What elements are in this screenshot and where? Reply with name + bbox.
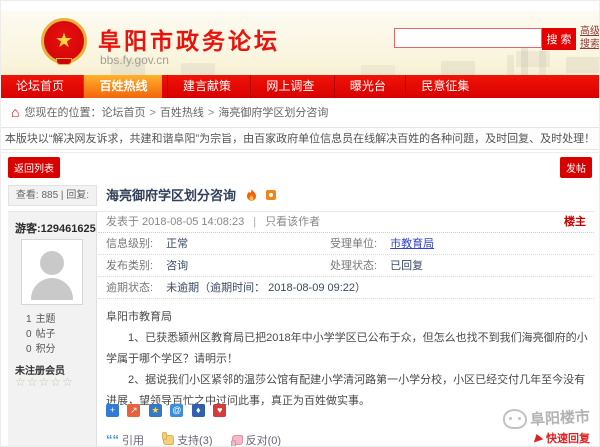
quote-icon: ““ (106, 432, 119, 447)
thumbs-up-icon (163, 435, 174, 445)
divider (1, 152, 599, 153)
replies-label: 回复: (66, 190, 89, 201)
info-label: 受理单位: (330, 238, 377, 250)
nav-item-suggestions[interactable]: 建言献策 (167, 75, 246, 98)
breadcrumb-current: 海亮御府学区划分咨询 (218, 107, 328, 119)
info-row-level: 信息级别: 正常 受理单位: 市教育局 (98, 233, 594, 255)
stat-credits: 0积分 (26, 342, 56, 357)
site-title: 阜阳市政务论坛 (98, 22, 280, 56)
floor-badge[interactable]: 楼主 (564, 212, 586, 232)
new-post-button[interactable]: 发帖 (560, 157, 592, 178)
info-value: 正常 (166, 238, 188, 250)
author-sidebar: 游客:129461625 1主题 0帖子 0积分 未注册会员 ☆☆☆☆☆ (8, 212, 97, 447)
posted-time: 发表于 2018-08-05 14:08:23 (106, 216, 244, 228)
nav-item-opinion-collection[interactable]: 民意征集 (405, 75, 484, 98)
info-value: 咨询 (166, 260, 188, 272)
breadcrumb-separator: > (149, 107, 155, 119)
quick-reply-link[interactable]: 快速回复 (455, 430, 590, 446)
info-value: 已回复 (390, 260, 423, 272)
handling-unit-link[interactable]: 市教育局 (390, 238, 434, 250)
search-input[interactable] (394, 28, 542, 48)
home-icon: ⌂ (11, 104, 19, 120)
nav-item-forum-home[interactable]: 论坛首页 (1, 75, 79, 98)
watermark-brand: 阜阳楼市 (529, 405, 590, 429)
qzone-share-icon[interactable]: @ (170, 404, 183, 417)
author-stats: 1主题 0帖子 0积分 (26, 312, 56, 357)
favorite-star-icon[interactable]: ★ (149, 404, 162, 417)
site-url: bbs.fy.gov.cn (100, 53, 169, 67)
renren-share-icon[interactable]: ♦ (192, 404, 205, 417)
nav-item-people-hotline[interactable]: 百姓热线 (83, 75, 162, 98)
post-container: 游客:129461625 1主题 0帖子 0积分 未注册会员 ☆☆☆☆☆ 发表于… (8, 211, 594, 447)
flame-icon (246, 189, 257, 202)
avatar-body-shape (31, 278, 73, 300)
info-label: 逾期状态: (106, 282, 153, 294)
avatar (21, 239, 83, 305)
quote-button[interactable]: ““引用 (106, 432, 144, 447)
stat-topics: 1主题 (26, 312, 56, 327)
breadcrumb-link-board[interactable]: 百姓热线 (160, 107, 204, 119)
thread-title-row: 海亮御府学区划分咨询 (106, 186, 276, 206)
post-body: 阜阳市教育局 1、已获悉颍州区教育局已把2018年中小学学区已公布于众，但怎么也… (106, 307, 588, 412)
info-row-overdue: 逾期状态: 未逾期（逾期时间： 2018-08-09 09:22） (98, 277, 594, 299)
add-share-icon[interactable]: + (106, 404, 119, 417)
info-row-category: 发布类别: 咨询 处理状态: 已回复 (98, 255, 594, 277)
thread-stats: 查看: 885 | 回复: 18 (8, 185, 97, 206)
star-icon: ★ (55, 30, 73, 52)
thread-title: 海亮御府学区划分咨询 (106, 188, 236, 203)
post-meta-row: 发表于 2018-08-05 14:08:23 | 只看该作者 楼主 (98, 212, 594, 233)
watermark: 阜阳楼市 快速回复 (455, 407, 590, 446)
views-count: 885 (41, 190, 58, 201)
view-author-only-link[interactable]: 只看该作者 (265, 216, 320, 228)
info-value: 未逾期（逾期时间： 2018-08-09 09:22） (166, 282, 366, 294)
weibo-share-icon[interactable]: ↗ (127, 404, 140, 417)
nav-item-online-survey[interactable]: 网上调查 (250, 75, 329, 98)
post-paragraph: 1、已获悉颍州区教育局已把2018年中小学学区已公布于众，但怎么也找不到我们海亮… (106, 328, 588, 370)
post-salutation: 阜阳市教育局 (106, 307, 588, 328)
main-nav: 论坛首页 百姓热线 建言献策 网上调查 曝光台 民意征集 (1, 75, 599, 98)
cursor-arrow-icon (534, 434, 544, 445)
national-emblem-logo: ★ (41, 18, 87, 64)
recommend-icon (266, 190, 276, 200)
post-content-column: 发表于 2018-08-05 14:08:23 | 只看该作者 楼主 信息级别:… (98, 212, 594, 447)
oppose-button[interactable]: 反对(0) (232, 432, 281, 447)
advanced-search-link[interactable]: 高级搜索 (580, 25, 600, 51)
search-button[interactable]: 搜 索 (542, 28, 576, 50)
info-label: 处理状态: (330, 260, 377, 272)
author-name: 游客:129461625 (15, 220, 96, 236)
site-header: ★ 阜阳市政务论坛 bbs.fy.gov.cn 搜 索 高级搜索 (1, 11, 599, 75)
info-label: 信息级别: (106, 238, 153, 250)
breadcrumb-link-home[interactable]: 论坛首页 (101, 107, 145, 119)
breadcrumb: ⌂ 您现在的位置：论坛首页 > 百姓热线 > 海亮御府学区划分咨询 (1, 100, 599, 124)
stat-posts: 0帖子 (26, 327, 56, 342)
forum-page: ★ 阜阳市政务论坛 bbs.fy.gov.cn 搜 索 高级搜索 论坛首页 百姓… (0, 0, 600, 447)
stats-divider: | (61, 190, 64, 201)
baidu-share-icon[interactable]: ♥ (213, 404, 226, 417)
emblem-ribbon (56, 58, 72, 65)
nav-item-exposure[interactable]: 曝光台 (334, 75, 401, 98)
share-row: + ↗ ★ @ ♦ ♥ (106, 404, 230, 422)
board-notice: 本版块以“解决网友诉求，共建和谐阜阳”为宗旨，由百家政府单位信息员在线解决百姓的… (1, 127, 599, 150)
meta-divider: | (253, 216, 256, 228)
thumbs-down-icon (232, 435, 243, 445)
support-button[interactable]: 支持(3) (163, 432, 212, 447)
breadcrumb-separator: > (208, 107, 214, 119)
views-label: 查看: (16, 190, 39, 201)
doodle-face-icon (503, 409, 527, 429)
author-level-stars: ☆☆☆☆☆ (15, 375, 74, 389)
breadcrumb-prefix: 您现在的位置： (24, 107, 101, 119)
post-action-row: ““引用 支持(3) 反对(0) (106, 432, 297, 447)
back-to-list-button[interactable]: 返回列表 (8, 157, 60, 178)
info-label: 发布类别: (106, 260, 153, 272)
avatar-head-shape (40, 251, 64, 275)
